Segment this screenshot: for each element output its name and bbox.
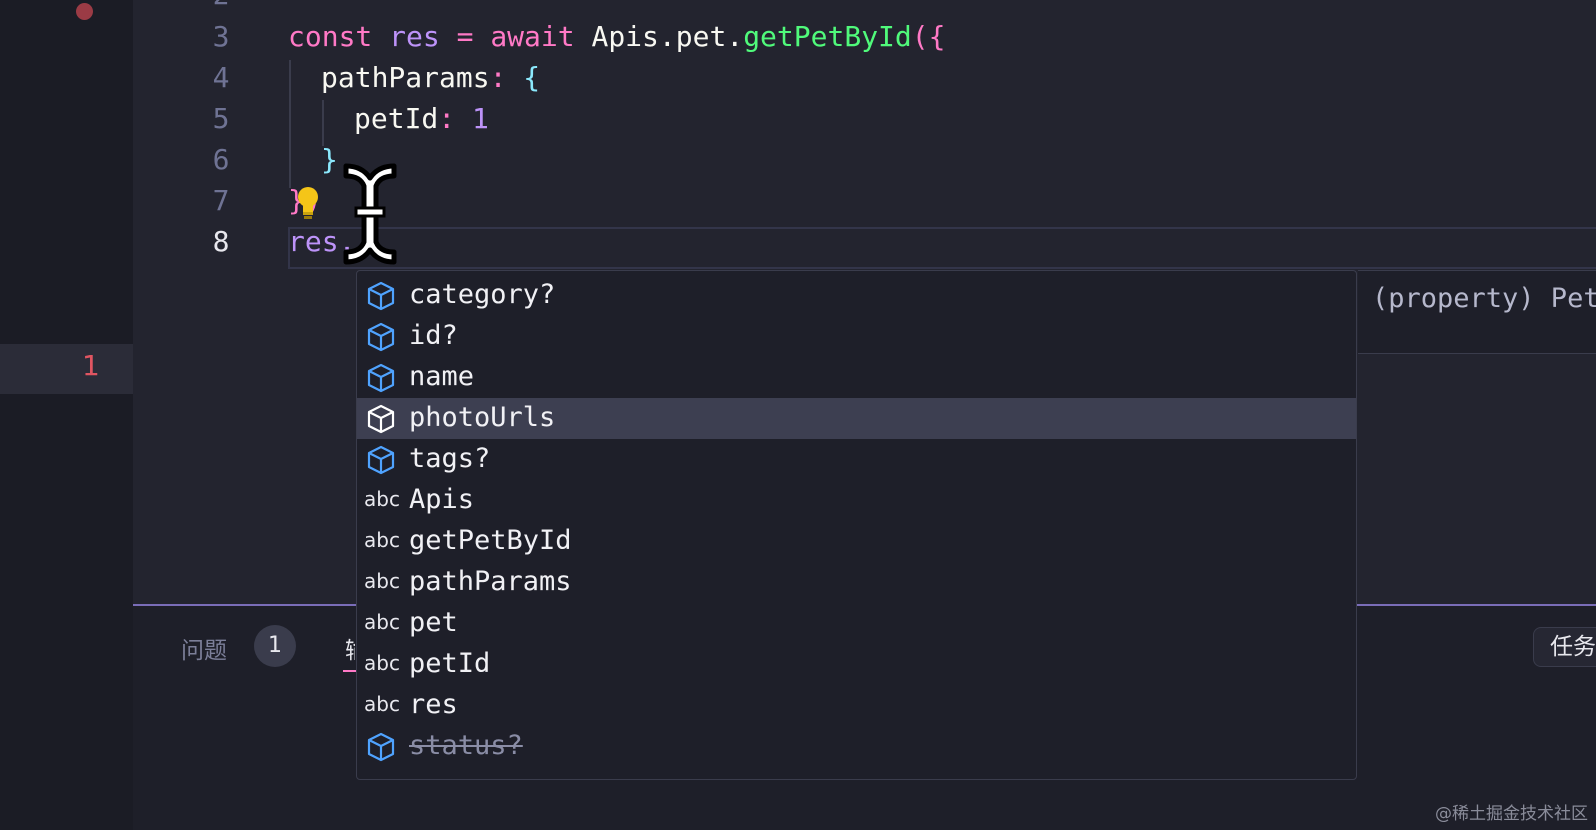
- token-operator: =: [456, 20, 474, 53]
- tasks-button[interactable]: 任务: [1533, 627, 1596, 667]
- text-kind-icon: abc: [364, 528, 400, 552]
- line-number: 7: [212, 184, 230, 217]
- suggestion-label: Apis: [409, 484, 475, 515]
- line-number: 5: [212, 102, 230, 135]
- suggestion-item[interactable]: photoUrls: [357, 398, 1356, 439]
- suggestion-label: tags?: [409, 443, 491, 474]
- token-brace: }: [321, 143, 338, 176]
- property-icon: [367, 732, 395, 762]
- token-keyword: await: [490, 20, 575, 53]
- suggestion-label: name: [409, 361, 475, 392]
- problem-count: 1: [82, 349, 100, 382]
- text-kind-icon: abc: [364, 610, 400, 634]
- tab-problems[interactable]: 问题: [181, 631, 227, 665]
- token-number: 1: [472, 102, 489, 135]
- property-icon: [367, 281, 395, 311]
- token-keyword: const: [288, 20, 373, 53]
- suggestion-item[interactable]: abc petId: [357, 644, 1356, 685]
- suggestion-label: photoUrls: [409, 402, 556, 433]
- token-colon: :: [438, 102, 456, 135]
- suggestion-label: id?: [409, 320, 458, 351]
- tab-output[interactable]: 输: [345, 631, 355, 661]
- text-kind-icon: abc: [364, 692, 400, 716]
- suggestion-item[interactable]: category?: [357, 275, 1356, 316]
- text-kind-icon: abc: [364, 569, 400, 593]
- suggestion-label: petId: [409, 648, 491, 679]
- token-colon: :: [489, 61, 507, 94]
- code-line-4[interactable]: pathParams: {: [321, 61, 540, 94]
- suggestion-item[interactable]: abc pathParams: [357, 562, 1356, 603]
- property-icon: [367, 322, 395, 352]
- line-number: 3: [212, 20, 230, 53]
- suggestion-item[interactable]: abc Apis: [357, 480, 1356, 521]
- indent-guide: [322, 100, 324, 146]
- indent-guide: [289, 60, 291, 188]
- text-kind-icon: abc: [364, 651, 400, 675]
- token-key: pathParams: [321, 61, 490, 94]
- suggestion-detail-text: (property) Pet: [1372, 283, 1596, 314]
- suggestion-label: category?: [409, 279, 556, 310]
- code-line-6[interactable]: }: [321, 143, 338, 176]
- suggestion-widget: category? id? name photoUrls tags? abc Apis abc…: [356, 270, 1357, 780]
- token-identifier: Apis.pet.: [591, 20, 744, 53]
- token-function: getPetById: [743, 20, 912, 53]
- suggestion-item[interactable]: abc pet: [357, 603, 1356, 644]
- token-brace: ({: [911, 20, 946, 53]
- token-variable: res: [389, 20, 440, 53]
- line-number: 6: [212, 143, 230, 176]
- suggestion-item[interactable]: abc getPetById: [357, 521, 1356, 562]
- line-number: 2: [206, 0, 236, 11]
- suggestion-label: pathParams: [409, 566, 572, 597]
- watermark: @稀土掘金技术社区: [1435, 804, 1588, 824]
- code-line-3[interactable]: const res = await Apis.pet.getPetById({: [288, 20, 945, 53]
- text-kind-icon: abc: [364, 487, 400, 511]
- suggestion-item[interactable]: id?: [357, 316, 1356, 357]
- lightbulb-icon[interactable]: [296, 186, 320, 220]
- line-number: 4: [212, 61, 230, 94]
- suggestion-item[interactable]: tags?: [357, 439, 1356, 480]
- active-tab-indicator: [343, 670, 357, 672]
- token-key: petId: [354, 102, 439, 135]
- suggestion-item[interactable]: name: [357, 357, 1356, 398]
- suggestion-label: getPetById: [409, 525, 572, 556]
- suggestion-label: pet: [409, 607, 458, 638]
- breakpoint-dot[interactable]: [76, 3, 93, 20]
- problems-indicator[interactable]: [0, 344, 133, 394]
- property-icon: [367, 363, 395, 393]
- token-brace: {: [523, 61, 541, 94]
- property-icon: [367, 404, 395, 434]
- suggestion-details: (property) Pet: [1358, 270, 1596, 354]
- suggestion-item[interactable]: abc res: [357, 685, 1356, 726]
- line-number-active: 8: [212, 225, 230, 258]
- current-line-highlight: [288, 227, 1596, 269]
- property-icon: [367, 445, 395, 475]
- suggestion-label: status?: [409, 730, 523, 761]
- text-cursor-icon: [343, 163, 397, 265]
- activity-gutter: 1: [0, 0, 133, 830]
- suggestion-item[interactable]: status?: [357, 726, 1356, 767]
- suggestion-label: res: [409, 689, 458, 720]
- problem-count-badge: 1: [254, 625, 296, 667]
- code-line-5[interactable]: petId: 1: [354, 102, 489, 135]
